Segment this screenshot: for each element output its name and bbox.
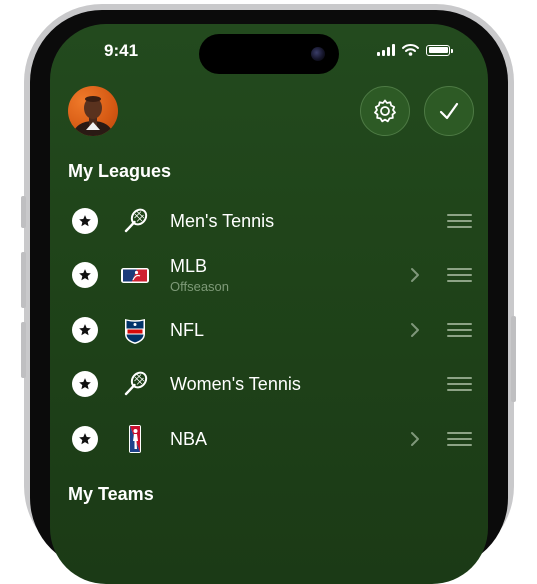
league-row-mens-tennis[interactable]: Men's Tennis bbox=[50, 194, 488, 248]
camera-icon bbox=[311, 47, 325, 61]
chevron-right-icon[interactable] bbox=[410, 267, 420, 283]
chevron-right-icon[interactable] bbox=[410, 322, 420, 338]
favorite-star-button[interactable] bbox=[72, 371, 98, 397]
league-name: NBA bbox=[170, 429, 208, 449]
tennis-racket-icon bbox=[124, 371, 148, 396]
mlb-logo bbox=[121, 268, 149, 283]
star-icon bbox=[79, 324, 91, 336]
star-icon bbox=[79, 433, 91, 445]
avatar-photo bbox=[74, 96, 112, 136]
status-icons bbox=[377, 44, 453, 56]
league-name: Women's Tennis bbox=[170, 374, 301, 394]
dynamic-island bbox=[199, 34, 339, 74]
league-row-nfl[interactable]: NFL bbox=[50, 303, 488, 357]
side-button-action bbox=[21, 196, 26, 228]
nba-logo bbox=[129, 425, 141, 453]
gear-icon bbox=[374, 99, 396, 123]
league-name: Men's Tennis bbox=[170, 211, 275, 231]
star-icon bbox=[79, 215, 91, 227]
side-button-power bbox=[511, 316, 516, 402]
favorite-star-button[interactable] bbox=[72, 426, 98, 452]
star-icon bbox=[79, 269, 91, 281]
league-status: Offseason bbox=[170, 279, 230, 294]
battery-icon bbox=[426, 44, 453, 56]
reorder-handle-icon[interactable] bbox=[447, 377, 472, 391]
chevron-right-icon[interactable] bbox=[410, 431, 420, 447]
league-row-nba[interactable]: NBA bbox=[50, 412, 488, 466]
league-row-mlb[interactable]: MLB Offseason bbox=[50, 248, 488, 302]
side-button-volume-up bbox=[21, 252, 26, 308]
favorite-star-button[interactable] bbox=[72, 317, 98, 343]
reorder-handle-icon[interactable] bbox=[447, 214, 472, 228]
reorder-handle-icon[interactable] bbox=[447, 432, 472, 446]
reorder-handle-icon[interactable] bbox=[447, 268, 472, 282]
my-leagues-heading: My Leagues bbox=[68, 161, 172, 181]
cellular-signal-icon bbox=[377, 44, 395, 56]
reorder-handle-icon[interactable] bbox=[447, 323, 472, 337]
league-name: MLB bbox=[170, 256, 208, 276]
screen: 9:41 My Leagues Men's Tennis MLB Offseas… bbox=[50, 24, 488, 584]
checkmark-icon bbox=[439, 102, 459, 120]
favorite-star-button[interactable] bbox=[72, 262, 98, 288]
tennis-racket-icon bbox=[124, 208, 148, 233]
avatar[interactable] bbox=[68, 86, 118, 136]
league-row-womens-tennis[interactable]: Women's Tennis bbox=[50, 357, 488, 411]
league-name: NFL bbox=[170, 320, 205, 340]
done-button[interactable] bbox=[424, 86, 474, 136]
wifi-icon bbox=[402, 44, 419, 56]
star-icon bbox=[79, 378, 91, 390]
favorite-star-button[interactable] bbox=[72, 208, 98, 234]
settings-button[interactable] bbox=[360, 86, 410, 136]
my-teams-heading: My Teams bbox=[68, 484, 154, 504]
status-time: 9:41 bbox=[104, 41, 139, 60]
nfl-logo bbox=[125, 319, 145, 344]
side-button-volume-down bbox=[21, 322, 26, 378]
